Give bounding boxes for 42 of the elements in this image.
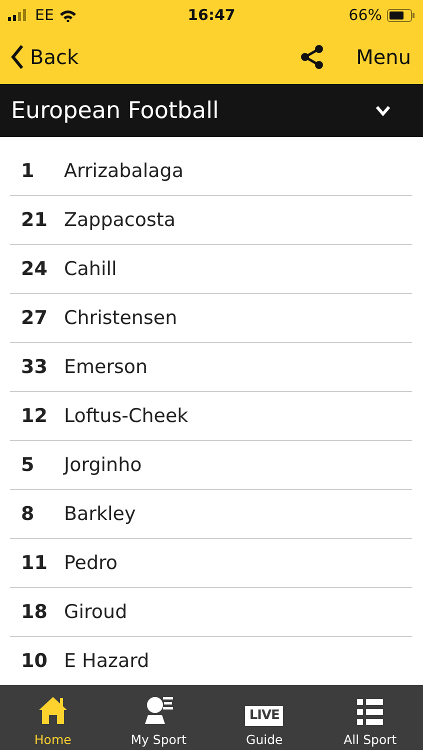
chevron-left-icon <box>10 44 24 70</box>
wifi-icon <box>58 8 77 22</box>
shirt-number: 8 <box>20 503 36 525</box>
battery-icon <box>387 8 416 22</box>
shirt-number: 18 <box>20 601 48 623</box>
shirt-number: 11 <box>20 552 48 574</box>
list-icon <box>356 698 384 726</box>
player-name: Cahill <box>64 258 117 280</box>
shirt-number: 27 <box>20 307 48 329</box>
player-name: Barkley <box>64 503 136 525</box>
expand-button[interactable] <box>375 104 391 116</box>
tab-bar-item[interactable]: My Sport <box>106 685 212 750</box>
shirt-number: 5 <box>20 454 36 476</box>
player-name: Arrizabalaga <box>64 160 184 182</box>
battery-percentage: 66% <box>348 6 382 24</box>
shirt-number: 12 <box>20 405 48 427</box>
carrier-name: EE <box>35 6 54 24</box>
player-name: Zappacosta <box>64 209 176 231</box>
shirt-number: 24 <box>20 258 48 280</box>
back-button[interactable]: Back <box>10 44 79 70</box>
player-name: Giroud <box>64 601 128 623</box>
player-name: Jorginho <box>64 454 142 476</box>
shirt-number: 21 <box>20 209 48 231</box>
tab-bar-item[interactable]: Home <box>0 685 106 750</box>
player-name: Loftus-Cheek <box>64 405 188 427</box>
tab-bar-item[interactable]: All Sport <box>317 685 423 750</box>
shirt-number: 10 <box>20 650 48 672</box>
tab-bar-item[interactable]: LIVE Guide <box>212 685 318 750</box>
shirt-number: 1 <box>20 160 36 182</box>
menu-button[interactable]: Menu <box>356 45 411 69</box>
clock-time: 16:47 <box>186 6 236 24</box>
section-title: European Football <box>11 98 219 124</box>
shirt-number: 33 <box>20 356 48 378</box>
person-icon <box>142 694 175 726</box>
player-name: Emerson <box>64 356 148 378</box>
share-icon <box>300 44 324 70</box>
home-icon <box>36 694 69 726</box>
live-icon: LIVE <box>245 706 284 726</box>
player-name: Christensen <box>64 307 178 329</box>
player-name: Pedro <box>64 552 118 574</box>
chevron-icon <box>375 104 391 116</box>
player-name: E Hazard <box>64 650 150 672</box>
